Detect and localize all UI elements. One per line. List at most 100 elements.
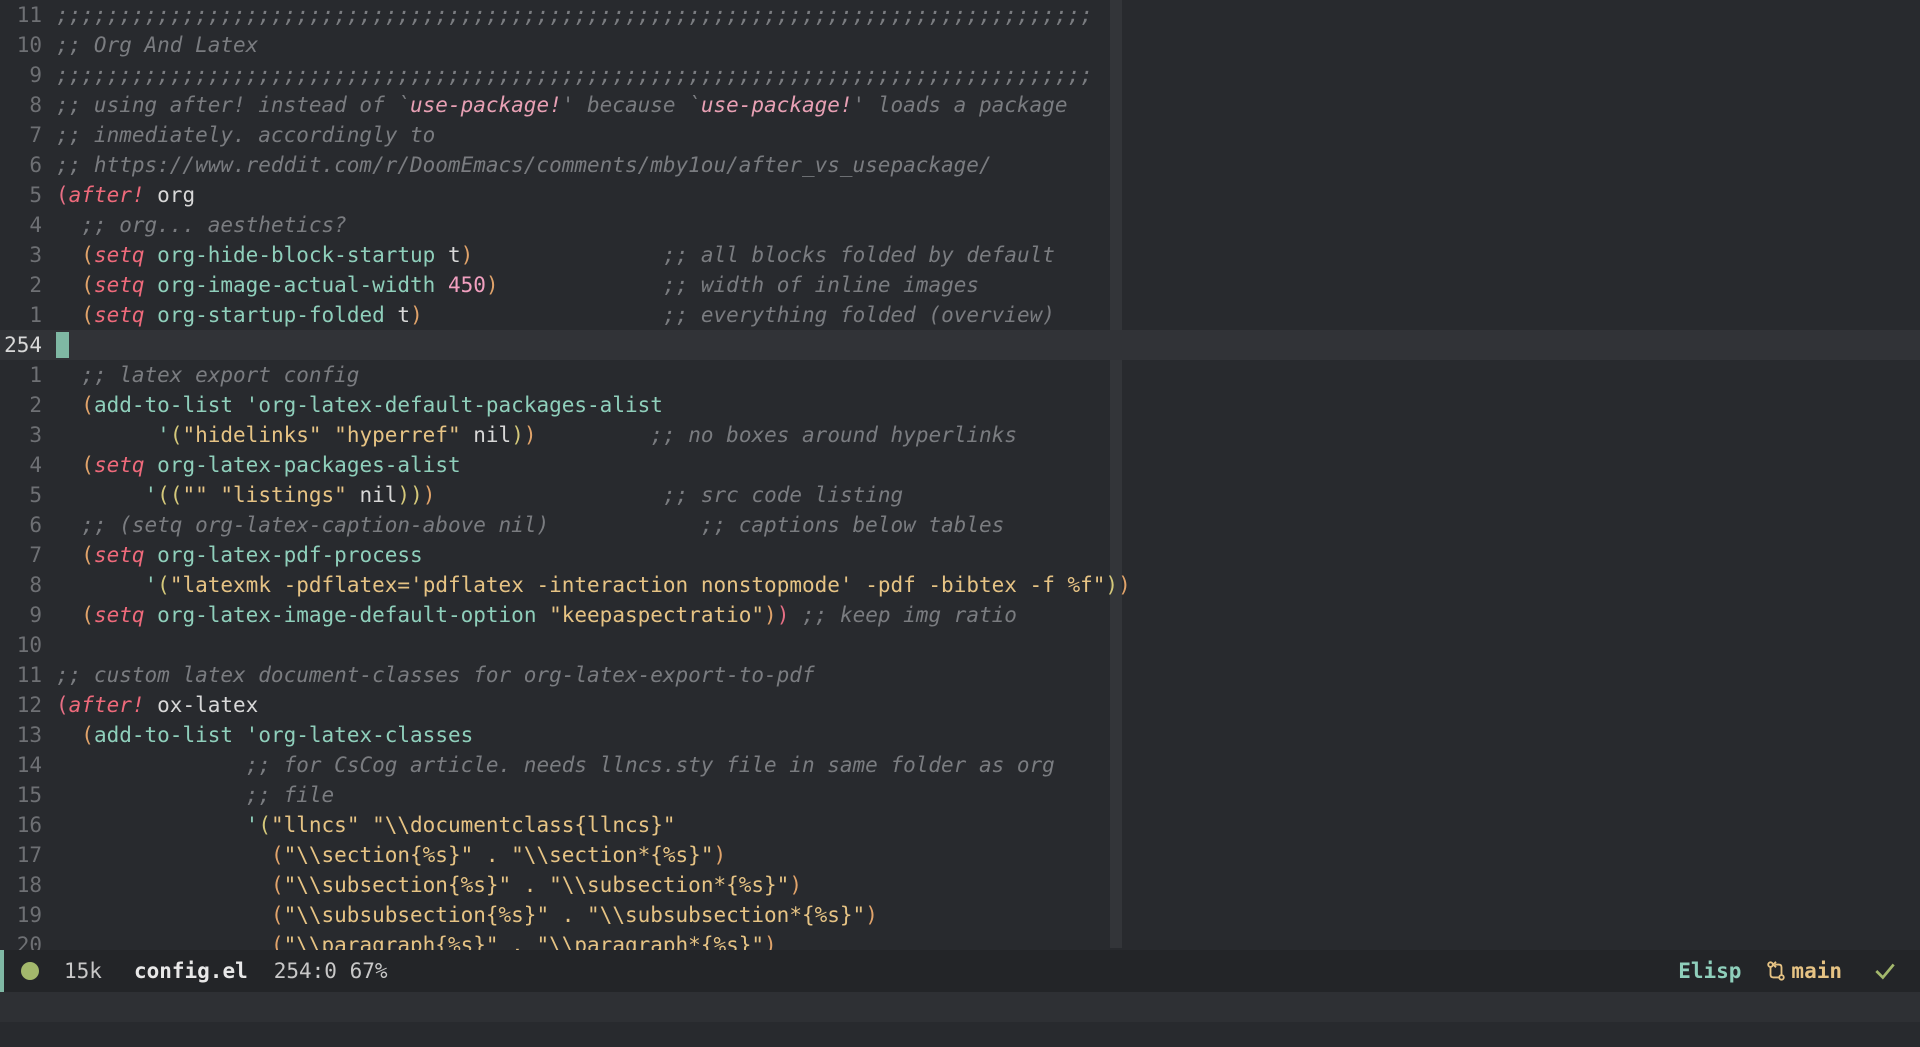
code-token: ) [523,423,537,447]
code-text: (setq org-hide-block-startup t) ;; all b… [56,240,1055,270]
code-token: ) [764,933,777,950]
code-token: ;; https://www.reddit.com/r/DoomEmacs/co… [56,153,992,177]
code-line[interactable]: 7 ;; inmediately. accordingly to [0,120,1920,150]
code-line[interactable]: 5 '(("" "listings" nil))) ;; src code li… [0,480,1920,510]
buffer-status-circle-icon [21,962,39,980]
vcs-branch[interactable]: main [1765,959,1842,983]
code-token: ;; using after! instead of ` [56,93,411,117]
line-number: 8 [29,573,42,597]
line-number: 12 [16,693,42,717]
code-line[interactable]: 8;; using after! instead of `use-package… [0,90,1920,120]
code-token: ) [1118,573,1131,597]
code-line[interactable]: 5 (after! org [0,180,1920,210]
code-line[interactable]: 10 [0,630,1920,660]
code-line[interactable]: 3 (setq org-hide-block-startup t) ;; all… [0,240,1920,270]
code-line[interactable]: 8 '("latexmk -pdflatex='pdflatex -intera… [0,570,1920,600]
modeline-right-segment: Elisp main [1678,958,1920,984]
code-line[interactable]: 19 ("\\subsubsection{%s}" . "\\subsubsec… [0,900,1920,930]
buffer-filename[interactable]: config.el [134,959,248,983]
code-line[interactable]: 2 (add-to-list 'org-latex-default-packag… [0,390,1920,420]
code-token: "" "listings" [182,483,360,507]
editor-buffer[interactable]: 11;;;;;;;;;;;;;;;;;;;;;;;;;;;;;;;;;;;;;;… [0,0,1920,950]
code-token: 450 [447,273,486,297]
code-line[interactable]: 18 ("\\subsection{%s}" . "\\subsection*{… [0,870,1920,900]
code-token: ;; (setq org-latex-caption-above nil) ;;… [81,513,1005,537]
code-line[interactable]: 4 (setq org-latex-packages-alist [0,450,1920,480]
code-token: ( [81,393,94,417]
code-line[interactable]: 17 ("\\section{%s}" . "\\section*{%s}") [0,840,1920,870]
checkmark-icon[interactable] [1872,958,1898,984]
code-token: ( [81,723,94,747]
code-token: ( [169,423,183,447]
code-token: ) [422,483,436,507]
code-token: ( [270,873,284,897]
code-line[interactable]: 12 (after! ox-latex [0,690,1920,720]
code-token: ;; Org And Latex [56,33,259,57]
code-line[interactable]: 20 ("\\paragraph{%s}" . "\\paragraph*{%s… [0,930,1920,950]
line-number: 8 [29,93,42,117]
code-token: ( [270,843,284,867]
code-line[interactable]: 14 ;; for CsCog article. needs llncs.sty… [0,750,1920,780]
current-line[interactable]: 254 [0,330,1920,360]
code-line[interactable]: 11 ;; custom latex document-classes for o… [0,660,1920,690]
code-line[interactable]: 2 (setq org-image-actual-width 450) ;; w… [0,270,1920,300]
code-token: ( [270,933,284,950]
line-number: 7 [29,543,42,567]
code-token: (( [157,483,183,507]
line-number: 6 [29,153,42,177]
code-token: "\\subsubsection{%s}" . "\\subsubsection… [283,903,866,927]
code-line[interactable]: 3 '("hidelinks" "hyperref" nil)) ;; no b… [0,420,1920,450]
code-token: "\\paragraph{%s}" . "\\paragraph*{%s}" [283,933,765,950]
line-number: 18 [16,873,42,897]
code-token: setq [93,603,145,627]
code-line[interactable]: 10 ;; Org And Latex [0,30,1920,60]
code-line[interactable]: 13 (add-to-list 'org-latex-classes [0,720,1920,750]
code-text: '(("" "listings" nil))) ;; src code list… [56,480,904,510]
line-number: 4 [29,213,42,237]
code-line[interactable]: 7 (setq org-latex-pdf-process [0,540,1920,570]
line-number: 11 [16,3,42,27]
code-token: ;; keep img ratio [802,603,1017,627]
code-line[interactable]: 1 (setq org-startup-folded t) ;; everyth… [0,300,1920,330]
code-token: ( [81,243,94,267]
line-number: 7 [29,123,42,147]
code-text: '("llncs" "\\documentclass{llncs}" [56,810,676,840]
minibuffer[interactable] [0,992,1920,1022]
code-token: ( [270,903,284,927]
code-token: ) [1105,573,1119,597]
line-number: 2 [29,393,42,417]
code-line[interactable]: 6 ;; (setq org-latex-caption-above nil) … [0,510,1920,540]
code-text: ("\\subsection{%s}" . "\\subsection*{%s}… [56,870,802,900]
code-token: ;; width of inline images [662,273,980,297]
code-line[interactable]: 9 (setq org-latex-image-default-option "… [0,600,1920,630]
code-token: ' [245,813,259,837]
line-number: 15 [16,783,42,807]
line-number: 20 [16,933,42,950]
code-line[interactable]: 16 '("llncs" "\\documentclass{llncs}" [0,810,1920,840]
code-token: ( [258,813,271,837]
line-number: 13 [16,723,42,747]
code-line[interactable]: 15 ;; file [0,780,1920,810]
code-token: ;;;;;;;;;;;;;;;;;;;;;;;;;;;;;;;;;;;;;;;;… [56,3,1093,27]
code-line[interactable]: 1 ;; latex export config [0,360,1920,390]
code-line[interactable]: 9;;;;;;;;;;;;;;;;;;;;;;;;;;;;;;;;;;;;;;;… [0,60,1920,90]
git-branch-icon [1767,961,1786,981]
code-token: org-hide-block-startup [144,243,448,267]
major-mode[interactable]: Elisp [1678,959,1741,983]
code-line[interactable]: 11;;;;;;;;;;;;;;;;;;;;;;;;;;;;;;;;;;;;;;… [0,0,1920,30]
code-token: ;; everything folded (overview) [662,303,1055,327]
frame-bottom [0,1022,1920,1047]
line-number: 5 [29,483,42,507]
code-token: ) [511,423,524,447]
code-line[interactable]: 4 ;; org... aesthetics? [0,210,1920,240]
code-line[interactable]: 6 ;; https://www.reddit.com/r/DoomEmacs/c… [0,150,1920,180]
